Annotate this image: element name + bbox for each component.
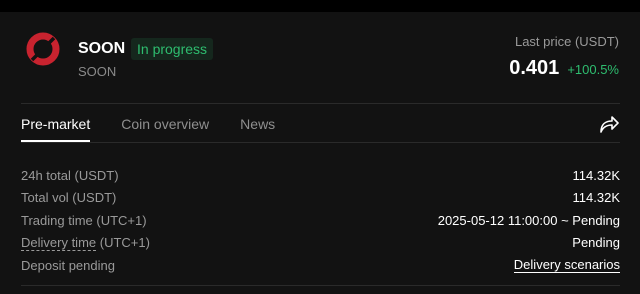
bottom-divider bbox=[21, 285, 620, 286]
detail-row-24h-total: 24h total (USDT) 114.32K bbox=[21, 164, 620, 187]
detail-row-trading-time: Trading time (UTC+1) 2025-05-12 11:00:00… bbox=[21, 209, 620, 232]
delivery-time-unit: (UTC+1) bbox=[96, 235, 150, 251]
detail-value: 114.32K bbox=[572, 190, 620, 206]
tab-coin-overview[interactable]: Coin overview bbox=[121, 116, 209, 132]
detail-value: 2025-05-12 11:00:00 ~ Pending bbox=[437, 212, 620, 228]
detail-label: 24h total (USDT) bbox=[21, 167, 119, 183]
tab-divider bbox=[21, 142, 620, 143]
coin-name: SOON bbox=[78, 40, 126, 57]
detail-label: Trading time (UTC+1) bbox=[21, 212, 147, 228]
detail-label: Total vol (USDT) bbox=[21, 190, 117, 206]
detail-label: Delivery time (UTC+1) bbox=[21, 235, 150, 252]
last-price-label: Last price (USDT) bbox=[514, 34, 619, 49]
tab-bar: Pre-market Coin overview News bbox=[21, 116, 275, 142]
coin-subname: SOON bbox=[78, 64, 117, 79]
soon-logo-icon bbox=[26, 32, 60, 66]
detail-label: Deposit pending bbox=[21, 257, 115, 273]
tab-news[interactable]: News bbox=[240, 116, 275, 132]
detail-row-deposit: Deposit pending Delivery scenarios bbox=[21, 254, 620, 277]
detail-value: Pending bbox=[572, 235, 620, 251]
detail-value: 114.32K bbox=[572, 167, 620, 183]
details-list: 24h total (USDT) 114.32K Total vol (USDT… bbox=[21, 164, 620, 277]
last-price-value: 0.401 bbox=[509, 57, 560, 79]
status-badge: In progress bbox=[131, 38, 214, 60]
delivery-time-tooltip-trigger[interactable]: Delivery time bbox=[21, 235, 97, 252]
price-row: 0.401 +100.5% bbox=[509, 57, 619, 80]
price-change: +100.5% bbox=[567, 62, 619, 77]
header-divider bbox=[21, 103, 620, 104]
delivery-scenarios-link[interactable]: Delivery scenarios bbox=[513, 257, 620, 274]
detail-row-delivery-time: Delivery time (UTC+1) Pending bbox=[21, 232, 620, 255]
share-icon[interactable] bbox=[598, 114, 620, 134]
tab-pre-market[interactable]: Pre-market bbox=[21, 116, 91, 142]
detail-row-total-vol: Total vol (USDT) 114.32K bbox=[21, 187, 620, 210]
